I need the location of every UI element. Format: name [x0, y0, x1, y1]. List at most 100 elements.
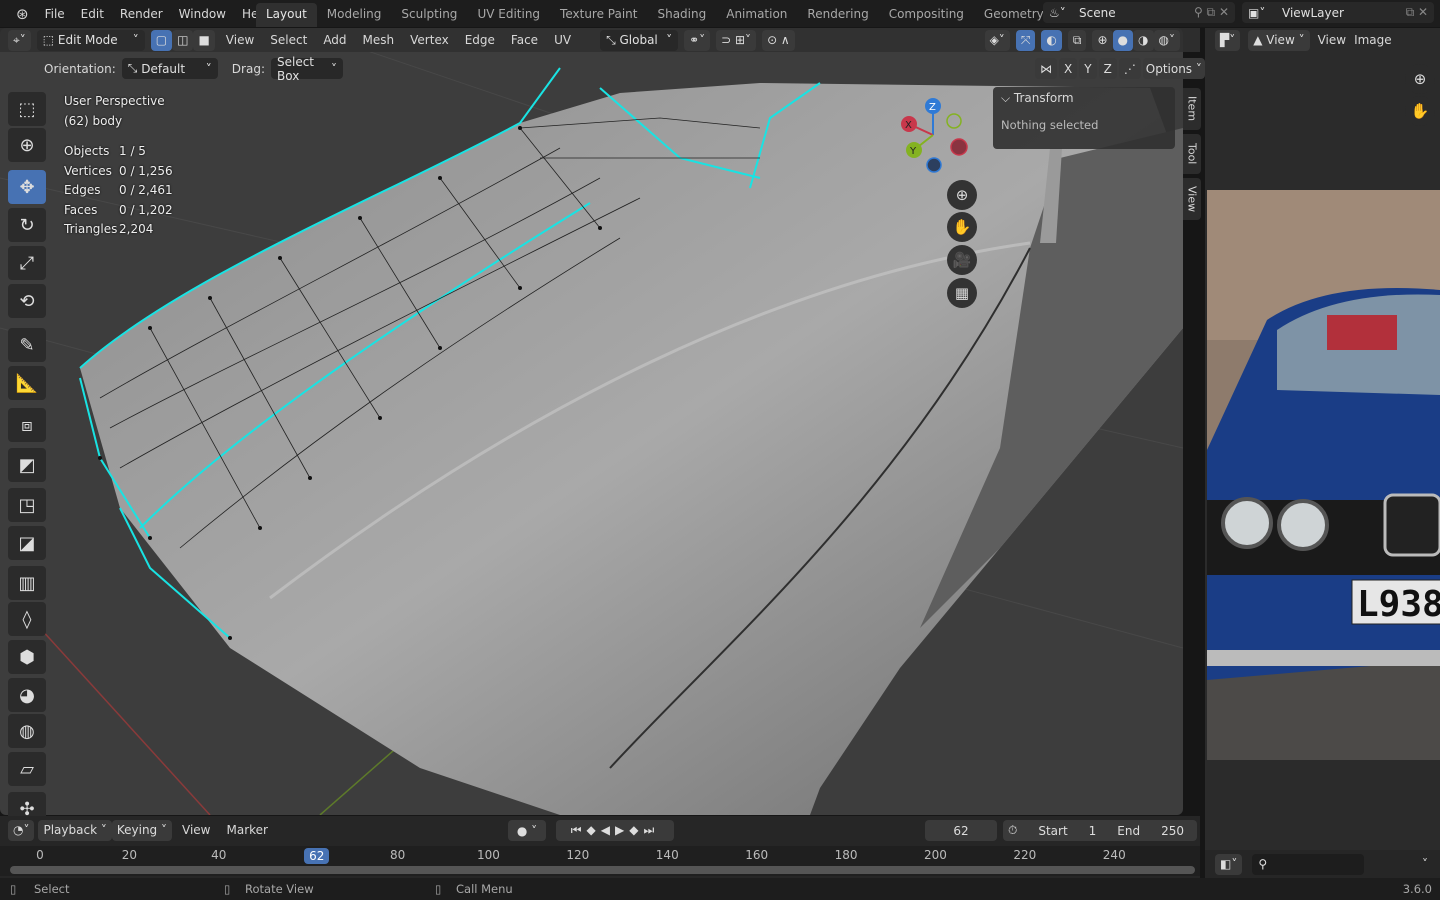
shear-tool-icon[interactable]: ▱	[8, 752, 46, 786]
start-frame-field[interactable]: 1	[1089, 824, 1097, 838]
tab-tool[interactable]: Tool	[1183, 134, 1201, 174]
options-dropdown[interactable]: Options ˅	[1142, 58, 1205, 79]
scene-selector[interactable]: ♨˅ Scene ⚲ ⧉ ✕	[1043, 2, 1235, 23]
pivot-point-button[interactable]: ⚭˅	[684, 29, 711, 51]
toggle-icon[interactable]: ◧˅	[1215, 853, 1243, 875]
proportional-edit-toggle[interactable]: ⊙ ∧	[762, 29, 795, 51]
shading-rendered[interactable]: ◍˅	[1153, 29, 1180, 51]
orientation-dropdown[interactable]: ⤡ Default ˅	[121, 58, 218, 79]
view-layer-selector[interactable]: ▣˅ ViewLayer ⧉ ✕	[1242, 2, 1434, 23]
tab-texture-paint[interactable]: Texture Paint	[550, 3, 647, 27]
pan-hand-icon[interactable]: ✋	[947, 212, 977, 242]
image-pan-icon[interactable]: ✋	[1405, 96, 1435, 126]
tab-uv-editing[interactable]: UV Editing	[467, 3, 550, 27]
image-editor-type-icon[interactable]: ▛˅	[1215, 29, 1241, 51]
shading-wireframe[interactable]: ⊕	[1092, 29, 1113, 51]
spin-tool-icon[interactable]: ◕	[8, 678, 46, 712]
record-button[interactable]: ● ˅	[508, 820, 546, 841]
editor-type-button[interactable]: ⌖˅	[8, 29, 31, 51]
menu-file[interactable]: File	[37, 7, 73, 21]
menu-render[interactable]: Render	[112, 7, 171, 21]
menu-vertex[interactable]: Vertex	[405, 33, 454, 47]
transform-tool-icon[interactable]: ⟲	[8, 284, 46, 318]
view-layer-copy-icon[interactable]: ⧉ ✕	[1406, 5, 1428, 20]
image-menu-image[interactable]: Image	[1354, 33, 1392, 47]
end-frame-field[interactable]: 250	[1161, 824, 1184, 838]
loop-cut-tool-icon[interactable]: ▥	[8, 566, 46, 600]
menu-edge[interactable]: Edge	[460, 33, 500, 47]
mirror-y[interactable]: Y	[1079, 58, 1097, 79]
snap-toggle[interactable]: ⊃ ⊞˅	[716, 29, 757, 51]
menu-add[interactable]: Add	[318, 33, 351, 47]
cursor-tool-icon[interactable]: ⊕	[8, 128, 46, 162]
bevel-tool-icon[interactable]: ◪	[8, 526, 46, 560]
visibility-button[interactable]: ◈˅	[984, 29, 1010, 51]
keying-menu[interactable]: Keying ˅	[111, 819, 172, 841]
playback-menu[interactable]: Playback ˅	[38, 819, 112, 841]
current-frame-field[interactable]: 62	[925, 820, 997, 841]
select-box-tool-icon[interactable]: ⬚	[8, 92, 46, 126]
tab-sculpting[interactable]: Sculpting	[391, 3, 467, 27]
stopwatch-icon[interactable]: ⏱	[1008, 823, 1017, 838]
menu-face[interactable]: Face	[506, 33, 543, 47]
pin-icon[interactable]: ⚲ ⧉ ✕	[1194, 5, 1229, 20]
image-menu-view[interactable]: View	[1318, 33, 1346, 47]
rotate-tool-icon[interactable]: ↻	[8, 208, 46, 242]
timeline-scrollbar[interactable]	[10, 866, 1195, 874]
tab-rendering[interactable]: Rendering	[797, 3, 878, 27]
move-tool-icon[interactable]: ✥	[8, 170, 46, 204]
mode-dropdown[interactable]: ⬚ Edit Mode ˅	[36, 29, 145, 51]
mirror-icon[interactable]: ⋈	[1035, 58, 1057, 79]
tab-item[interactable]: Item	[1183, 88, 1201, 130]
edge-select-mode[interactable]: ◫	[172, 29, 194, 51]
menu-select[interactable]: Select	[265, 33, 312, 47]
mirror-x[interactable]: X	[1059, 58, 1078, 79]
marker-menu[interactable]: Marker	[220, 823, 273, 837]
knife-tool-icon[interactable]: ◊	[8, 602, 46, 636]
vertex-select-mode[interactable]: ▢	[150, 29, 173, 51]
blender-logo-icon[interactable]: ⊛	[8, 5, 37, 23]
chevron-down-icon[interactable]: ˅	[1422, 857, 1428, 871]
zoom-icon[interactable]: ⊕	[947, 180, 977, 210]
perspective-grid-icon[interactable]: ▦	[947, 278, 977, 308]
shading-material[interactable]: ◑	[1133, 29, 1154, 51]
shading-solid[interactable]: ●	[1112, 29, 1134, 51]
smooth-tool-icon[interactable]: ◍	[8, 714, 46, 748]
menu-window[interactable]: Window	[171, 7, 234, 21]
tab-layout[interactable]: Layout	[256, 3, 317, 27]
xray-toggle[interactable]: ⧉	[1067, 29, 1087, 51]
tab-shading[interactable]: Shading	[647, 3, 716, 27]
image-search-input[interactable]: ⚲	[1252, 853, 1365, 875]
scale-tool-icon[interactable]: ⤢	[8, 246, 46, 280]
add-cube-tool-icon[interactable]: ⧈	[8, 408, 46, 442]
menu-uv[interactable]: UV	[549, 33, 576, 47]
tab-modeling[interactable]: Modeling	[317, 3, 392, 27]
menu-view[interactable]: View	[221, 33, 259, 47]
transform-orientation-dropdown[interactable]: ⤡ Global ˅	[600, 29, 679, 51]
gizmo-toggle[interactable]: ⤧	[1015, 29, 1036, 51]
timeline-view-menu[interactable]: View	[176, 823, 216, 837]
tab-view[interactable]: View	[1183, 178, 1201, 220]
tab-compositing[interactable]: Compositing	[879, 3, 974, 27]
tab-animation[interactable]: Animation	[716, 3, 797, 27]
camera-icon[interactable]: 🎥	[947, 245, 977, 275]
inset-tool-icon[interactable]: ◳	[8, 488, 46, 522]
image-zoom-icon[interactable]: ⊕	[1405, 64, 1435, 94]
topology-mirror-icon[interactable]: ⋰	[1118, 58, 1141, 79]
poly-build-tool-icon[interactable]: ⬢	[8, 640, 46, 674]
mirror-z[interactable]: Z	[1098, 58, 1117, 79]
measure-tool-icon[interactable]: 📐	[8, 366, 46, 400]
face-select-mode[interactable]: ■	[193, 29, 215, 51]
overlay-toggle[interactable]: ◐	[1041, 29, 1062, 51]
navigation-gizmo[interactable]: Z X Y	[895, 95, 975, 175]
transform-panel-header[interactable]: ⌵ Transform	[993, 87, 1175, 110]
image-view-dropdown[interactable]: ▲ View ˅	[1248, 29, 1310, 51]
drag-dropdown[interactable]: Select Box ˅	[270, 55, 343, 83]
playback-controls[interactable]: ⏮◆◀▶◆⏭	[556, 820, 674, 841]
menu-mesh[interactable]: Mesh	[358, 33, 400, 47]
menu-edit[interactable]: Edit	[73, 7, 112, 21]
timeline-editor-icon[interactable]: ◔˅	[8, 819, 35, 841]
extrude-tool-icon[interactable]: ◩	[8, 448, 46, 482]
annotate-tool-icon[interactable]: ✎	[8, 328, 46, 362]
current-frame-marker[interactable]: 62	[304, 848, 330, 864]
